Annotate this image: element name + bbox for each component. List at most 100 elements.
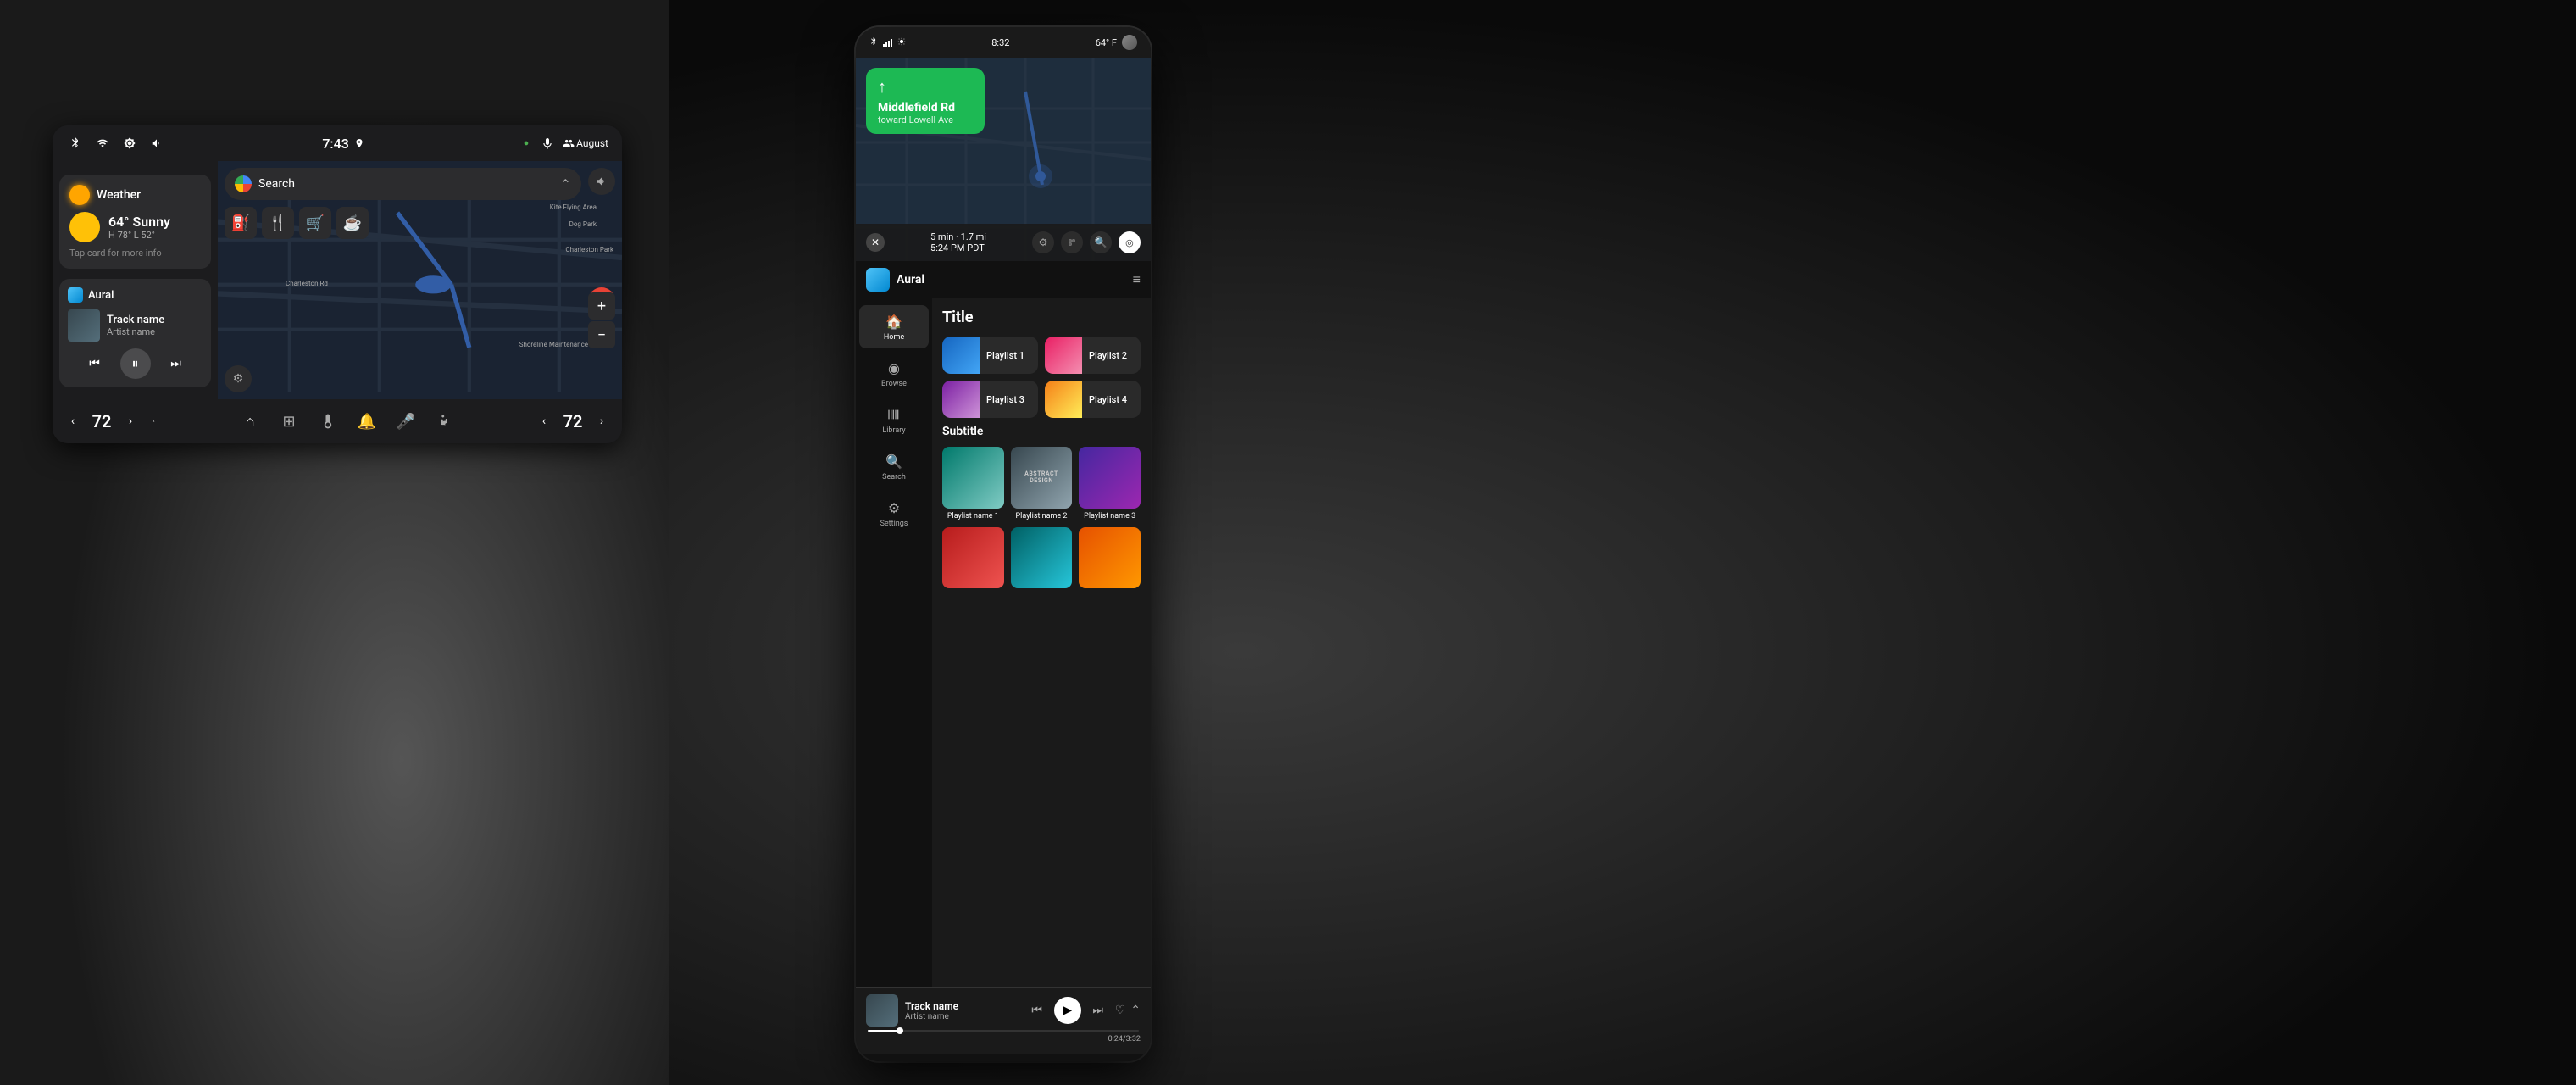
gas-station-button[interactable]: ⛽: [225, 207, 257, 239]
home-icon: 🏠: [885, 312, 903, 331]
np-heart-button[interactable]: ♡: [1115, 1004, 1126, 1017]
time-current: 0:24: [1108, 1035, 1123, 1043]
search-icon: 🔍: [885, 452, 903, 470]
np-expand-button[interactable]: ⌃: [1130, 1004, 1141, 1017]
playlist-3-name: Playlist 3: [980, 394, 1031, 405]
subtitle-card-1[interactable]: Playlist name 1: [942, 447, 1004, 520]
sidebar-library-label: Library: [882, 426, 905, 435]
eta-settings-icon[interactable]: ⚙: [1032, 231, 1054, 253]
signal-icon: [93, 134, 112, 153]
browse-icon: ◉: [885, 359, 903, 377]
phone-device: 8:32 64° F: [856, 27, 1151, 1061]
sidebar-search-label: Search: [882, 473, 906, 481]
subtitle-card-2[interactable]: ABSTRACT DESIGN Playlist name 2: [1011, 447, 1073, 520]
music-track-name: Track name: [107, 314, 164, 326]
sidebar-item-library[interactable]: Library: [859, 398, 929, 442]
np-prev-button[interactable]: ⏮: [1025, 999, 1049, 1022]
zoom-in-button[interactable]: +: [588, 292, 615, 320]
np-next-button[interactable]: ⏭: [1086, 999, 1110, 1022]
restaurant-button[interactable]: 🍴: [262, 207, 294, 239]
fan-left-icon: [146, 414, 161, 429]
status-left: [66, 134, 166, 153]
eta-close-button[interactable]: ✕: [866, 233, 885, 252]
more-thumb-2[interactable]: [1011, 527, 1073, 589]
more-thumb-3[interactable]: [1079, 527, 1141, 589]
left-panel: 7:43 August Weather: [0, 0, 669, 1085]
playlist-top-row-2: Playlist 3 Playlist 4: [942, 381, 1141, 418]
left-sidebar: Weather 64° Sunny H 78° L 52° Tap card f…: [53, 161, 218, 399]
eta-nav-icons: ⚙ 🔍 ◎: [1032, 231, 1141, 253]
eta-route-icon[interactable]: [1061, 231, 1083, 253]
music-artist-name: Artist name: [107, 326, 164, 337]
search-input[interactable]: Search: [258, 177, 553, 191]
map-label-6: Shoreline Maintenance: [519, 341, 588, 348]
zoom-out-button[interactable]: −: [588, 321, 615, 348]
bottom-bar: ‹ 72 › ⌂ ⊞ 🔔 🎤 ‹ 72 ›: [53, 399, 622, 443]
temp-down-right[interactable]: ‹: [534, 411, 554, 431]
playlist-2-name: Playlist 2: [1082, 350, 1134, 361]
map-settings-button[interactable]: ⚙: [225, 365, 252, 392]
progress-fill: [868, 1030, 900, 1032]
volume-icon: [147, 134, 166, 153]
aural-more-button[interactable]: ≡: [1133, 271, 1141, 288]
phone-avatar: [1122, 35, 1137, 50]
music-card[interactable]: Aural Track name Artist name ⏮ ⏸ ⏭: [59, 279, 211, 387]
progress-dot: [897, 1027, 903, 1034]
apps-nav-button[interactable]: ⊞: [277, 409, 301, 433]
subtitle-card-3[interactable]: Playlist name 3: [1079, 447, 1141, 520]
map-volume-button[interactable]: [588, 168, 615, 195]
playlist-card-1[interactable]: Playlist 1: [942, 337, 1038, 374]
passengers-icon: August: [563, 137, 608, 149]
more-thumb-1[interactable]: [942, 527, 1004, 589]
notifications-nav-button[interactable]: 🔔: [355, 409, 379, 433]
prev-button[interactable]: ⏮: [83, 352, 107, 376]
eta-search-icon[interactable]: 🔍: [1090, 231, 1112, 253]
shopping-button[interactable]: 🛒: [299, 207, 331, 239]
coffee-button[interactable]: ☕: [336, 207, 369, 239]
weather-tap-hint: Tap card for more info: [69, 248, 201, 259]
sidebar-item-search[interactable]: 🔍 Search: [859, 445, 929, 488]
playlist-card-3[interactable]: Playlist 3: [942, 381, 1038, 418]
phone-app-area: 🏠 Home ◉ Browse Library 🔍 Search: [856, 298, 1151, 987]
phone-sidebar: 🏠 Home ◉ Browse Library 🔍 Search: [856, 298, 932, 987]
pause-button[interactable]: ⏸: [120, 348, 151, 379]
settings-icon: ⚙: [885, 498, 903, 517]
playlist-top-row: Playlist 1 Playlist 2: [942, 337, 1141, 374]
sidebar-item-settings[interactable]: ⚙ Settings: [859, 492, 929, 535]
eta-info: 5 min · 1.7 mi 5:24 PM PDT: [930, 231, 986, 253]
main-area: Weather 64° Sunny H 78° L 52° Tap card f…: [53, 161, 622, 399]
seat-nav-button[interactable]: [433, 409, 457, 433]
now-playing-progress[interactable]: [868, 1030, 1139, 1032]
eta-distance: 5 min · 1.7 mi: [930, 231, 986, 242]
turn-toward: toward Lowell Ave: [878, 114, 973, 125]
temp-down-left[interactable]: ‹: [63, 411, 83, 431]
poi-row: ⛽ 🍴 🛒 ☕: [225, 207, 369, 239]
playlist-card-4[interactable]: Playlist 4: [1045, 381, 1141, 418]
expand-icon[interactable]: ⌃: [560, 176, 571, 192]
weather-card[interactable]: Weather 64° Sunny H 78° L 52° Tap card f…: [59, 175, 211, 269]
home-nav-button[interactable]: ⌂: [238, 409, 262, 433]
sidebar-item-home[interactable]: 🏠 Home: [859, 305, 929, 348]
map-label-4: Dog Park: [569, 220, 597, 228]
playlist-card-2[interactable]: Playlist 2: [1045, 337, 1141, 374]
eta-bar: ✕ 5 min · 1.7 mi 5:24 PM PDT ⚙ 🔍 ◎: [856, 224, 1151, 261]
climate-nav-button[interactable]: [316, 409, 340, 433]
search-bar[interactable]: Search ⌃: [225, 168, 581, 200]
np-play-button[interactable]: ▶: [1054, 997, 1081, 1024]
temp-value-left: 72: [88, 411, 115, 431]
sidebar-item-browse[interactable]: ◉ Browse: [859, 352, 929, 395]
phone-temp-status: 64° F: [1096, 37, 1117, 48]
sidebar-home-label: Home: [884, 333, 904, 342]
eta-location-button[interactable]: ◎: [1119, 231, 1141, 253]
weather-label: Weather: [97, 188, 141, 202]
subtitle-1-thumb: [942, 447, 1004, 509]
subtitle-2-name: Playlist name 2: [1011, 512, 1073, 520]
next-button[interactable]: ⏭: [164, 352, 188, 376]
playlist-4-name: Playlist 4: [1082, 394, 1134, 405]
temp-up-right[interactable]: ›: [591, 411, 612, 431]
mic-nav-button[interactable]: 🎤: [394, 409, 418, 433]
temp-range-value: H 78° L 52°: [108, 230, 170, 241]
subtitle-3-name: Playlist name 3: [1079, 512, 1141, 520]
music-album-thumb: [68, 309, 100, 342]
temp-up-left[interactable]: ›: [120, 411, 141, 431]
